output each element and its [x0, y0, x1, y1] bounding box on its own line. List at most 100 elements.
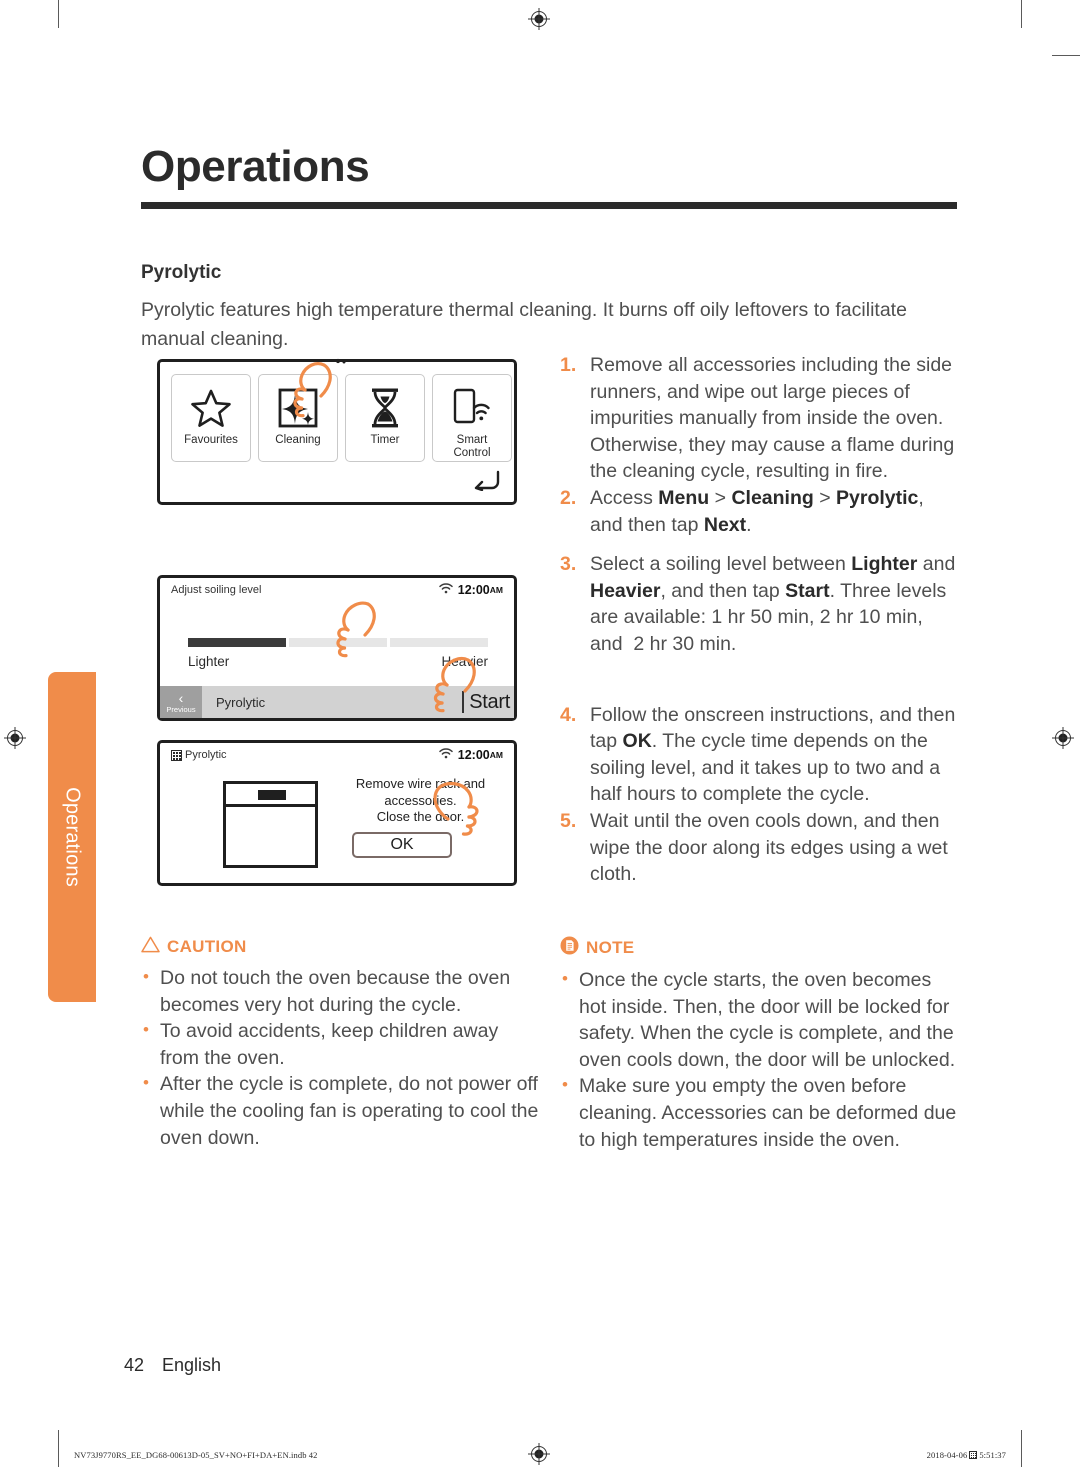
caution-bullet-3: After the cycle is complete, do not powe…	[141, 1070, 541, 1151]
step-number-1: 1.	[560, 354, 577, 376]
remove-clock: 12:00AM	[457, 748, 503, 762]
remove-status-bar: Pyrolytic 12:00AM	[160, 743, 514, 767]
step-number-2: 2.	[560, 486, 577, 509]
registration-mark-top	[528, 8, 550, 30]
soiling-status-title: Adjust soiling level	[171, 584, 262, 596]
title-rule	[141, 202, 957, 209]
star-icon	[191, 384, 231, 432]
chapter-side-tab-label: Operations	[61, 787, 84, 887]
soiling-status-bar: Adjust soiling level 12:00AM	[160, 578, 514, 602]
note-bullet-2: Make sure you empty the oven before clea…	[560, 1072, 960, 1153]
step-item-3: 3. Select a soiling level between Lighte…	[560, 551, 960, 657]
section-intro: Pyrolytic features high temperature ther…	[141, 299, 907, 350]
oven-display-bar	[258, 790, 286, 800]
note-document-icon	[560, 936, 579, 960]
page-number: 42	[124, 1355, 145, 1375]
remove-message: Remove wire rack and accessories. Close …	[355, 776, 486, 824]
print-footer-filename: NV73J9770RS_EE_DG68-00613D-05_SV+NO+FI+D…	[74, 1450, 318, 1460]
caution-callout: CAUTION Do not touch the oven because th…	[141, 936, 541, 1151]
page-language: English	[162, 1355, 222, 1375]
print-footer-rule-left	[58, 1443, 59, 1467]
warning-triangle-icon	[141, 936, 160, 958]
hourglass-icon	[366, 384, 404, 432]
soiling-bottom-bar: ‹ Previous Pyrolytic Start	[160, 686, 514, 718]
step-text-2: Access Menu > Cleaning > Pyrolytic, and …	[590, 486, 924, 536]
print-footer: NV73J9770RS_EE_DG68-00613D-05_SV+NO+FI+D…	[0, 1443, 1080, 1467]
chevron-left-icon: ‹	[178, 689, 184, 706]
wifi-icon	[439, 583, 453, 597]
step-text-1: Remove all accessories including the sid…	[590, 354, 955, 483]
chapter-side-tab: Operations	[48, 672, 96, 1002]
step-text-4: Follow the onscreen instructions, and th…	[590, 703, 956, 806]
step-item-4: 4. Follow the onscreen instructions, and…	[560, 702, 960, 808]
crop-mark-top-left	[58, 0, 59, 28]
remove-status-title-group: Pyrolytic	[171, 749, 227, 761]
menu-tile-timer[interactable]: Timer	[345, 374, 425, 462]
note-bullet-1: Once the cycle starts, the oven becomes …	[560, 966, 960, 1073]
menu-tile-label-favourites: Favourites	[184, 434, 238, 446]
crop-mark-top-right	[1021, 0, 1022, 28]
pyrolytic-icon	[171, 749, 182, 761]
wifi-icon	[439, 748, 453, 762]
caution-bullet-1: Do not touch the oven because the oven b…	[141, 964, 541, 1018]
oven-icon	[223, 781, 318, 868]
caution-bullet-2: To avoid accidents, keep children away f…	[141, 1017, 541, 1071]
menu-tile-cleaning[interactable]: Cleaning	[258, 374, 338, 462]
page-footer: 42 English	[124, 1355, 221, 1376]
menu-tile-row: Favourites Cleaning Timer Smart Control	[171, 374, 512, 462]
procedure-steps: 1. Remove all accessories including the …	[560, 352, 960, 888]
note-callout: NOTE Once the cycle starts, the oven bec…	[560, 936, 960, 1153]
registration-mark-left	[4, 727, 26, 749]
menu-tile-smart-control[interactable]: Smart Control	[432, 374, 512, 462]
step-text-3: Select a soiling level between Lighter a…	[590, 553, 956, 655]
phone-wifi-icon	[451, 384, 493, 432]
start-divider	[462, 691, 465, 713]
note-title-row: NOTE	[560, 936, 960, 960]
ok-button-label: OK	[390, 836, 414, 853]
slider-label-lighter: Lighter	[188, 654, 230, 669]
manual-page: Operations Operations Pyrolytic Pyrolyti…	[0, 0, 1080, 1476]
soiling-bar-title: Pyrolytic	[216, 694, 266, 710]
print-footer-rule-right	[1021, 1443, 1022, 1467]
print-footer-timestamp: 2018-04-06 5:51:37	[926, 1450, 1006, 1460]
step-number-5: 5.	[560, 809, 577, 832]
soiling-level-slider[interactable]	[188, 638, 488, 647]
oven-control-panel-line	[226, 804, 315, 807]
slider-segment-2[interactable]	[289, 638, 387, 647]
illustration-remove-rack-screen: Pyrolytic 12:00AM Remove wire rack and a…	[157, 740, 517, 886]
note-bullet-list: Once the cycle starts, the oven becomes …	[560, 966, 960, 1153]
soiling-clock: 12:00AM	[457, 583, 503, 597]
start-button[interactable]: Start	[462, 686, 514, 718]
soiling-slider-labels: Lighter Heavier	[188, 654, 488, 669]
slider-segment-1[interactable]	[188, 638, 286, 647]
registration-mark-right	[1052, 727, 1074, 749]
note-title: NOTE	[586, 938, 635, 957]
crop-mark-right-upper	[1052, 55, 1080, 56]
caution-bullet-list: Do not touch the oven because the oven b…	[141, 964, 541, 1151]
sparkle-square-icon	[278, 384, 318, 432]
menu-tile-favourites[interactable]: Favourites	[171, 374, 251, 462]
section-heading: Pyrolytic	[141, 262, 222, 283]
step-text-5: Wait until the oven cools down, and then…	[590, 809, 948, 886]
slider-segment-3[interactable]	[390, 638, 488, 647]
menu-tile-label-timer: Timer	[370, 434, 400, 446]
illustration-soiling-screen: Adjust soiling level 12:00AM Lighter Hea…	[157, 575, 517, 721]
start-button-label: Start	[469, 690, 510, 713]
previous-button[interactable]: ‹ Previous	[160, 686, 202, 718]
back-arrow-icon[interactable]	[472, 469, 500, 496]
step-number-3: 3.	[560, 553, 577, 576]
step-item-1: 1. Remove all accessories including the …	[560, 352, 960, 485]
step-item-2: 2. Access Menu > Cleaning > Pyrolytic, a…	[560, 485, 960, 538]
illustration-menu-screen: Favourites Cleaning Timer Smart Control	[157, 358, 517, 505]
caution-title-row: CAUTION	[141, 936, 541, 958]
calendar-glyph-icon	[969, 1451, 978, 1459]
page-title: Operations	[141, 142, 370, 191]
ok-button[interactable]: OK	[352, 832, 452, 858]
menu-tile-label-cleaning: Cleaning	[275, 434, 321, 446]
slider-label-heavier: Heavier	[441, 654, 488, 669]
remove-status-title: Pyrolytic	[185, 749, 227, 761]
step-item-5: 5. Wait until the oven cools down, and t…	[560, 808, 960, 888]
step-number-4: 4.	[560, 703, 577, 726]
menu-tile-label-smart-control: Smart Control	[453, 434, 491, 459]
previous-button-label: Previous	[166, 704, 196, 714]
